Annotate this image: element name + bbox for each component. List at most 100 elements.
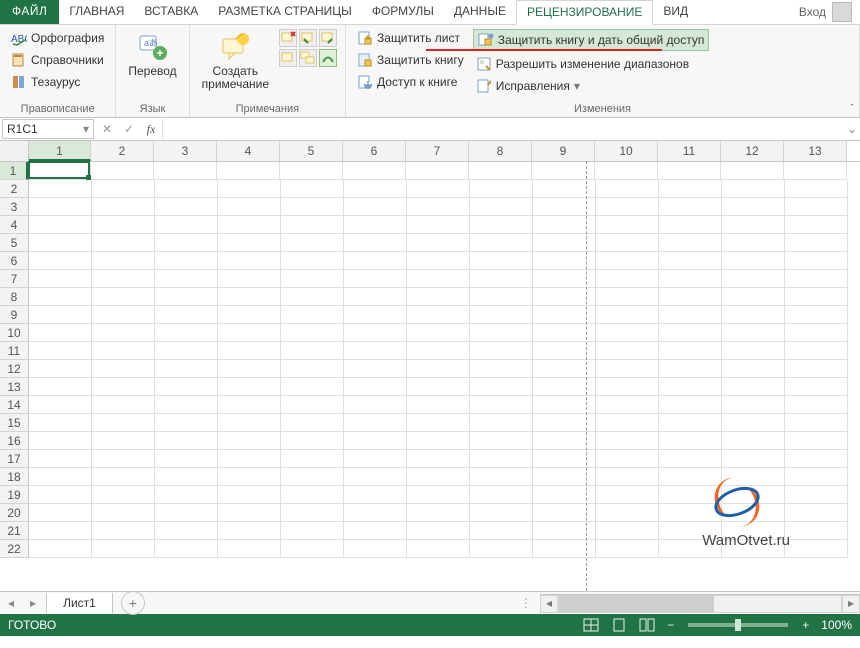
cell[interactable] — [218, 432, 281, 450]
cell[interactable] — [407, 306, 470, 324]
row-header[interactable]: 16 — [0, 432, 29, 450]
cell[interactable] — [596, 180, 659, 198]
cell[interactable] — [596, 234, 659, 252]
cell[interactable] — [92, 234, 155, 252]
cell[interactable] — [596, 288, 659, 306]
cell[interactable] — [407, 198, 470, 216]
sheet-nav-next[interactable]: ▸ — [22, 596, 44, 610]
cell[interactable] — [218, 504, 281, 522]
cell[interactable] — [344, 270, 407, 288]
cell[interactable] — [344, 180, 407, 198]
next-comment-button[interactable] — [319, 29, 337, 47]
cell[interactable] — [281, 270, 344, 288]
cell[interactable] — [785, 450, 848, 468]
cell[interactable] — [281, 234, 344, 252]
cell[interactable] — [29, 342, 92, 360]
cell[interactable] — [344, 468, 407, 486]
cell[interactable] — [218, 288, 281, 306]
cell[interactable] — [92, 288, 155, 306]
cell[interactable] — [596, 450, 659, 468]
cell[interactable] — [407, 468, 470, 486]
cell[interactable] — [470, 486, 533, 504]
protect-workbook-button[interactable]: Защитить книгу — [354, 51, 467, 69]
cell[interactable] — [785, 324, 848, 342]
cell[interactable] — [29, 522, 92, 540]
col-header[interactable]: 1 — [29, 141, 91, 161]
cell[interactable] — [344, 288, 407, 306]
cell[interactable] — [92, 216, 155, 234]
cell[interactable] — [29, 378, 92, 396]
cell[interactable] — [470, 414, 533, 432]
cell[interactable] — [722, 306, 785, 324]
cell[interactable] — [407, 180, 470, 198]
cell[interactable] — [722, 414, 785, 432]
cell[interactable] — [596, 342, 659, 360]
cell[interactable] — [155, 396, 218, 414]
tab-review[interactable]: РЕЦЕНЗИРОВАНИЕ — [516, 0, 653, 25]
cell[interactable] — [155, 288, 218, 306]
name-box[interactable]: R1C1 ▾ — [2, 119, 94, 139]
cell[interactable] — [470, 180, 533, 198]
cell[interactable] — [218, 342, 281, 360]
cell[interactable] — [155, 432, 218, 450]
cell[interactable] — [154, 162, 217, 180]
cell[interactable] — [92, 378, 155, 396]
cell[interactable] — [407, 414, 470, 432]
cell[interactable] — [281, 504, 344, 522]
cell[interactable] — [785, 432, 848, 450]
cell[interactable] — [29, 270, 92, 288]
cell[interactable] — [785, 270, 848, 288]
col-header[interactable]: 2 — [91, 141, 154, 161]
cell[interactable] — [155, 270, 218, 288]
cell[interactable] — [722, 360, 785, 378]
cell[interactable] — [659, 216, 722, 234]
row-header[interactable]: 11 — [0, 342, 29, 360]
cell[interactable] — [281, 468, 344, 486]
cell[interactable] — [92, 252, 155, 270]
cell[interactable] — [218, 522, 281, 540]
cell[interactable] — [407, 486, 470, 504]
view-page-layout-button[interactable] — [605, 618, 633, 632]
cell[interactable] — [218, 540, 281, 558]
cell[interactable] — [92, 198, 155, 216]
signin-label[interactable]: Вход — [799, 5, 826, 19]
zoom-percent[interactable]: 100% — [821, 618, 852, 632]
cell[interactable] — [218, 216, 281, 234]
cell[interactable] — [596, 396, 659, 414]
cell[interactable] — [344, 324, 407, 342]
cell[interactable] — [344, 342, 407, 360]
cell[interactable] — [470, 396, 533, 414]
cell[interactable] — [470, 450, 533, 468]
avatar[interactable] — [832, 2, 852, 22]
view-normal-button[interactable] — [577, 618, 605, 632]
cell[interactable] — [659, 252, 722, 270]
cell[interactable] — [722, 198, 785, 216]
delete-comment-button[interactable] — [279, 29, 297, 47]
cell[interactable] — [92, 342, 155, 360]
cell[interactable] — [344, 450, 407, 468]
cell[interactable] — [280, 162, 343, 180]
cell[interactable] — [596, 360, 659, 378]
cell[interactable] — [407, 360, 470, 378]
cell[interactable] — [218, 180, 281, 198]
cell[interactable] — [344, 198, 407, 216]
cell[interactable] — [155, 522, 218, 540]
cell[interactable] — [281, 396, 344, 414]
cell[interactable] — [470, 378, 533, 396]
cell[interactable] — [281, 288, 344, 306]
cell[interactable] — [470, 342, 533, 360]
cell[interactable] — [281, 522, 344, 540]
cell[interactable] — [659, 306, 722, 324]
show-all-comments-button[interactable] — [299, 49, 317, 67]
cell[interactable] — [722, 234, 785, 252]
cell[interactable] — [722, 540, 785, 558]
cell[interactable] — [155, 414, 218, 432]
col-header[interactable]: 7 — [406, 141, 469, 161]
zoom-out-button[interactable]: − — [661, 618, 680, 632]
cell[interactable] — [281, 306, 344, 324]
row-header[interactable]: 22 — [0, 540, 29, 558]
research-button[interactable]: Справочники — [8, 51, 107, 69]
cell[interactable] — [344, 396, 407, 414]
sheet-nav-prev[interactable]: ◂ — [0, 596, 22, 610]
cell[interactable] — [596, 324, 659, 342]
